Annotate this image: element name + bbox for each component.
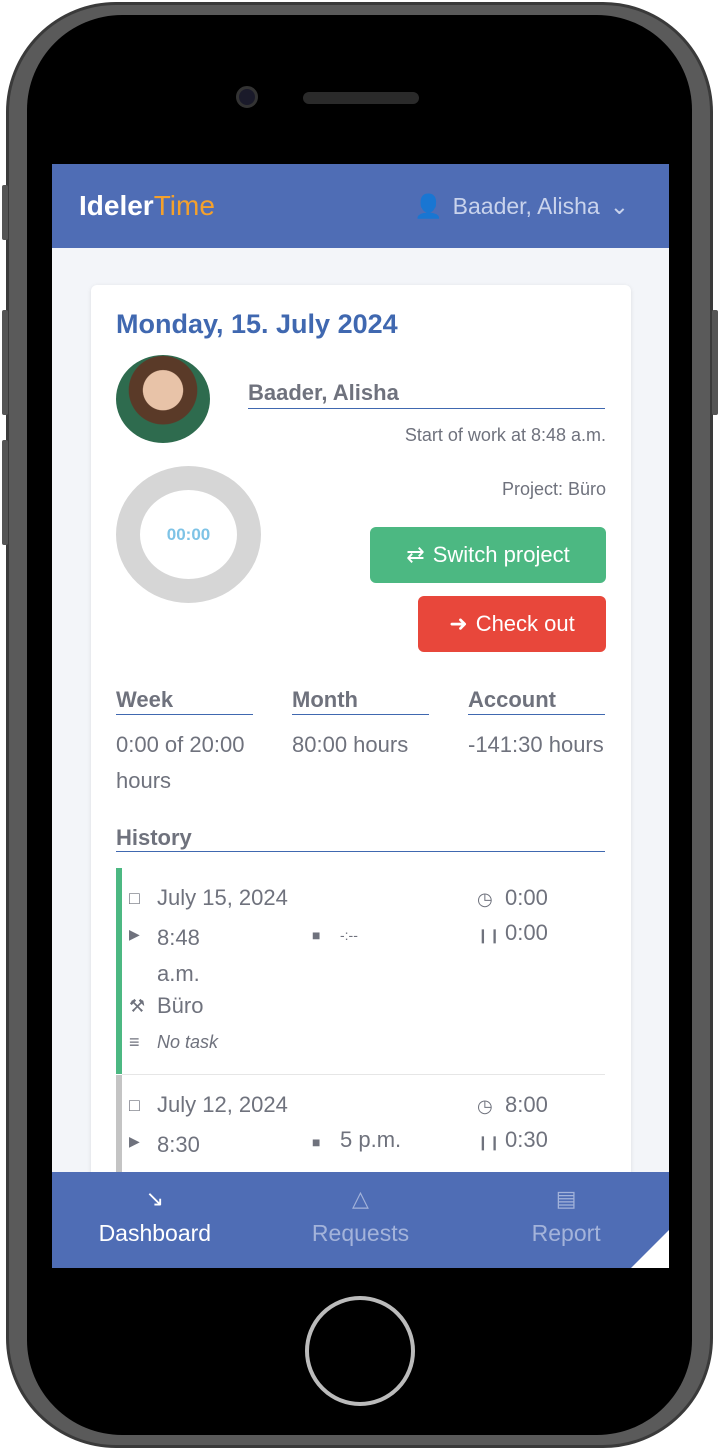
play-icon: ▶ — [129, 926, 140, 942]
speaker — [303, 92, 419, 104]
entry-total: 0:00 — [505, 885, 548, 910]
side-button — [2, 310, 8, 415]
home-button[interactable] — [305, 1296, 415, 1406]
side-button — [2, 185, 8, 240]
switch-project-button[interactable]: ⇄ Switch project — [370, 527, 606, 583]
hammer-icon: ⚒ — [129, 995, 146, 1016]
user-menu[interactable]: 👤 Baader, Alisha ⌄ — [414, 193, 629, 220]
list-icon: ≡ — [129, 1031, 140, 1052]
page-title: Monday, 15. July 2024 — [116, 309, 398, 339]
entry-date: July 12, 2024 — [157, 1092, 288, 1117]
stats: Week 0:00 of 20:00 hours Month 80:00 hours… — [116, 687, 605, 799]
user-name: Baader, Alisha — [452, 192, 600, 219]
button-label: Check out — [475, 611, 575, 636]
bottom-nav: ↘ Dashboard △ Requests ▤ Report — [52, 1172, 669, 1268]
timer-donut: 00:00 — [116, 466, 261, 603]
stat-month: Month 80:00 hours — [292, 687, 429, 799]
nav-label: Report — [531, 1220, 601, 1246]
sign-out-icon: ➜ — [449, 611, 468, 636]
entry-project: Büro — [157, 993, 204, 1018]
chevron-down-icon: ⌄ — [609, 192, 629, 219]
stat-value: 0:00 of 20:00 hours — [116, 732, 245, 793]
pause-icon: ❙❙ — [477, 1134, 501, 1150]
document-icon: ▤ — [555, 1186, 577, 1211]
app-screen: IdelerTime 👤 Baader, Alisha ⌄ Monday, 15. … — [52, 164, 669, 1268]
entry-end: -:-- — [340, 927, 358, 943]
nav-dashboard[interactable]: ↘ Dashboard — [52, 1172, 258, 1268]
brand-part: Ideler — [79, 190, 154, 221]
camera — [236, 86, 258, 108]
timer-value: 00:00 — [166, 524, 211, 544]
stop-icon: ■ — [312, 1134, 321, 1150]
nav-label: Dashboard — [98, 1220, 212, 1246]
current-project: Project: Büro — [501, 479, 606, 499]
switch-icon: ⇄ — [406, 542, 425, 567]
avatar — [116, 355, 210, 443]
entry-task: No task — [157, 1031, 219, 1052]
stop-icon: ■ — [312, 927, 321, 943]
user-icon: 👤 — [414, 192, 443, 219]
calendar-icon: □ — [129, 887, 140, 908]
nav-requests[interactable]: △ Requests — [258, 1172, 464, 1268]
entry-pause: 0:00 — [505, 920, 548, 945]
nav-label: Requests — [311, 1220, 410, 1246]
stat-title: Account — [468, 687, 605, 715]
stat-title: Month — [292, 687, 429, 715]
stat-week: Week 0:00 of 20:00 hours — [116, 687, 253, 799]
side-button — [2, 440, 8, 545]
calendar-icon: □ — [129, 1094, 140, 1115]
check-out-button[interactable]: ➜ Check out — [418, 596, 606, 652]
employee-name: Baader, Alisha — [248, 380, 605, 409]
entry-start: 8:48 a.m. — [157, 925, 200, 986]
stat-value: 80:00 hours — [292, 732, 409, 757]
dashboard-card: Monday, 15. July 2024 Baader, Alisha Sta… — [91, 285, 631, 1268]
corner-folder-icon[interactable] — [631, 1216, 669, 1268]
chart-line-icon: ↘ — [145, 1186, 165, 1211]
inbox-icon: △ — [352, 1186, 369, 1211]
brand-logo[interactable]: IdelerTime — [79, 190, 215, 222]
brand-part: Time — [153, 190, 215, 221]
stat-title: Week — [116, 687, 253, 715]
app-header: IdelerTime 👤 Baader, Alisha ⌄ — [52, 164, 669, 248]
clock-icon: ◷ — [477, 889, 493, 909]
side-button — [712, 310, 718, 415]
start-time: Start of work at 8:48 a.m. — [404, 425, 606, 445]
entry-pause: 0:30 — [505, 1127, 548, 1152]
stat-account: Account -141:30 hours — [468, 687, 605, 799]
history-title: History — [116, 825, 605, 852]
entry-end: 5 p.m. — [340, 1127, 402, 1152]
entry-total: 8:00 — [505, 1092, 548, 1117]
stat-value: -141:30 hours — [468, 732, 604, 757]
entry-date: July 15, 2024 — [157, 885, 288, 910]
history-entry[interactable]: □ July 15, 2024 ◷ 0:00 ▶ 8:48 a.m. ■ -:-- ❙❙ 0:0… — [116, 868, 605, 1074]
clock-icon: ◷ — [477, 1096, 493, 1116]
play-icon: ▶ — [129, 1133, 140, 1149]
button-label: Switch project — [432, 542, 570, 567]
pause-icon: ❙❙ — [477, 927, 501, 943]
